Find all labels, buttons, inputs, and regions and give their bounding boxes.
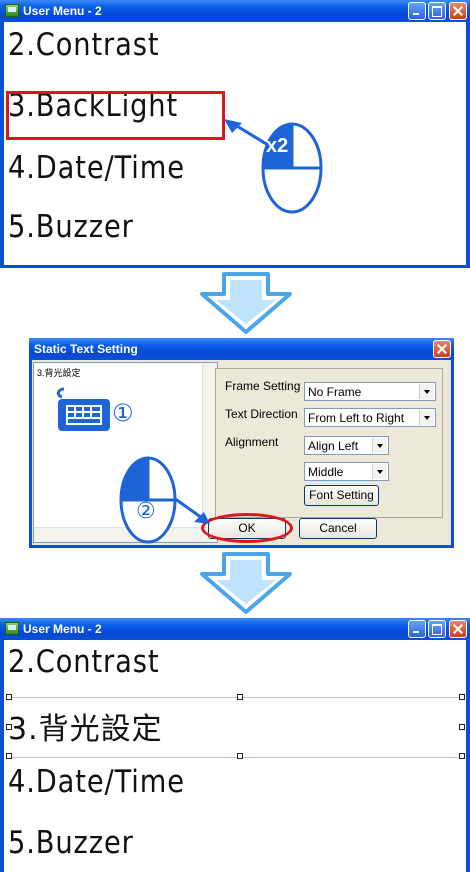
- window-app-icon: [5, 4, 19, 17]
- cancel-button[interactable]: Cancel: [299, 518, 377, 539]
- window-title: User Menu - 2: [23, 622, 102, 636]
- maximize-button[interactable]: [428, 620, 446, 638]
- menu-item-contrast[interactable]: 2.Contrast: [8, 644, 159, 680]
- frame-setting-select[interactable]: No Frame: [304, 382, 436, 401]
- window-app-icon: [5, 622, 19, 635]
- vertical-alignment-select[interactable]: Middle: [304, 462, 389, 481]
- ok-button-highlight-ring: [201, 513, 293, 543]
- dialog-titlebar[interactable]: Static Text Setting: [29, 338, 454, 360]
- selection-highlight-box: [6, 91, 225, 140]
- menu-item-buzzer[interactable]: 5.Buzzer: [8, 825, 134, 861]
- preview-text: 3.背光設定: [37, 368, 81, 378]
- resize-handle[interactable]: [6, 694, 12, 700]
- double-click-badge: x2: [266, 135, 289, 157]
- chevron-down-icon[interactable]: [372, 438, 387, 453]
- minimize-button[interactable]: [408, 620, 426, 638]
- font-setting-button[interactable]: Font Setting: [304, 485, 379, 506]
- close-button[interactable]: [449, 620, 467, 638]
- menu-item-backlight-chinese[interactable]: 3.背光設定: [8, 704, 163, 748]
- resize-handle[interactable]: [459, 753, 465, 759]
- resize-handle[interactable]: [459, 724, 465, 730]
- window-title: User Menu - 2: [23, 4, 102, 18]
- text-direction-value: From Left to Right: [308, 411, 405, 425]
- frame-setting-label: Frame Setting: [225, 379, 301, 393]
- resize-handle[interactable]: [237, 694, 243, 700]
- menu-item-contrast[interactable]: 2.Contrast: [8, 27, 159, 63]
- step-1-label: ①: [112, 399, 134, 427]
- text-direction-label: Text Direction: [225, 407, 298, 421]
- static-text-setting-dialog: Static Text Setting 3.背光設定 ① ② Frame Set…: [29, 338, 454, 548]
- dialog-close-button[interactable]: [433, 340, 451, 358]
- flow-down-arrow-icon: [200, 552, 292, 614]
- step-2-label: ②: [136, 499, 156, 524]
- chevron-down-icon[interactable]: [419, 410, 434, 425]
- keyboard-icon: [56, 387, 110, 431]
- horizontal-alignment-select[interactable]: Align Left: [304, 436, 389, 455]
- user-menu-window-bottom: User Menu - 2 2.Contrast 3.背光設定 4.Date/T…: [0, 618, 470, 872]
- window-titlebar[interactable]: User Menu - 2: [0, 0, 470, 22]
- window-client-area: 2.Contrast 3.BackLight 4.Date/Time 5.Buz…: [4, 22, 466, 265]
- flow-down-arrow-icon: [200, 272, 292, 334]
- dialog-client-area: 3.背光設定 ① ② Frame Setting No Frame Text D…: [32, 360, 451, 545]
- vertical-alignment-value: Middle: [308, 465, 344, 479]
- menu-item-buzzer[interactable]: 5.Buzzer: [8, 209, 134, 245]
- frame-setting-value: No Frame: [308, 385, 362, 399]
- dialog-title: Static Text Setting: [34, 342, 138, 356]
- resize-handle[interactable]: [459, 694, 465, 700]
- maximize-button[interactable]: [428, 2, 446, 20]
- window-client-area: 2.Contrast 3.背光設定 4.Date/Time 5.Buzzer: [4, 640, 466, 872]
- pointer-arrow-icon: [173, 496, 210, 524]
- settings-group: Frame Setting No Frame Text Direction Fr…: [215, 368, 443, 518]
- text-direction-select[interactable]: From Left to Right: [304, 408, 436, 427]
- resize-handle[interactable]: [237, 753, 243, 759]
- close-button[interactable]: [449, 2, 467, 20]
- horizontal-alignment-value: Align Left: [308, 439, 359, 453]
- menu-item-date-time[interactable]: 4.Date/Time: [8, 150, 185, 186]
- minimize-button[interactable]: [408, 2, 426, 20]
- menu-item-date-time[interactable]: 4.Date/Time: [8, 764, 185, 800]
- window-titlebar[interactable]: User Menu - 2: [0, 618, 470, 640]
- alignment-label: Alignment: [225, 435, 279, 449]
- resize-handle[interactable]: [6, 753, 12, 759]
- user-menu-window-top: User Menu - 2 2.Contrast 3.BackLight 4.D…: [0, 0, 470, 268]
- chevron-down-icon[interactable]: [372, 464, 387, 479]
- chevron-down-icon[interactable]: [419, 384, 434, 399]
